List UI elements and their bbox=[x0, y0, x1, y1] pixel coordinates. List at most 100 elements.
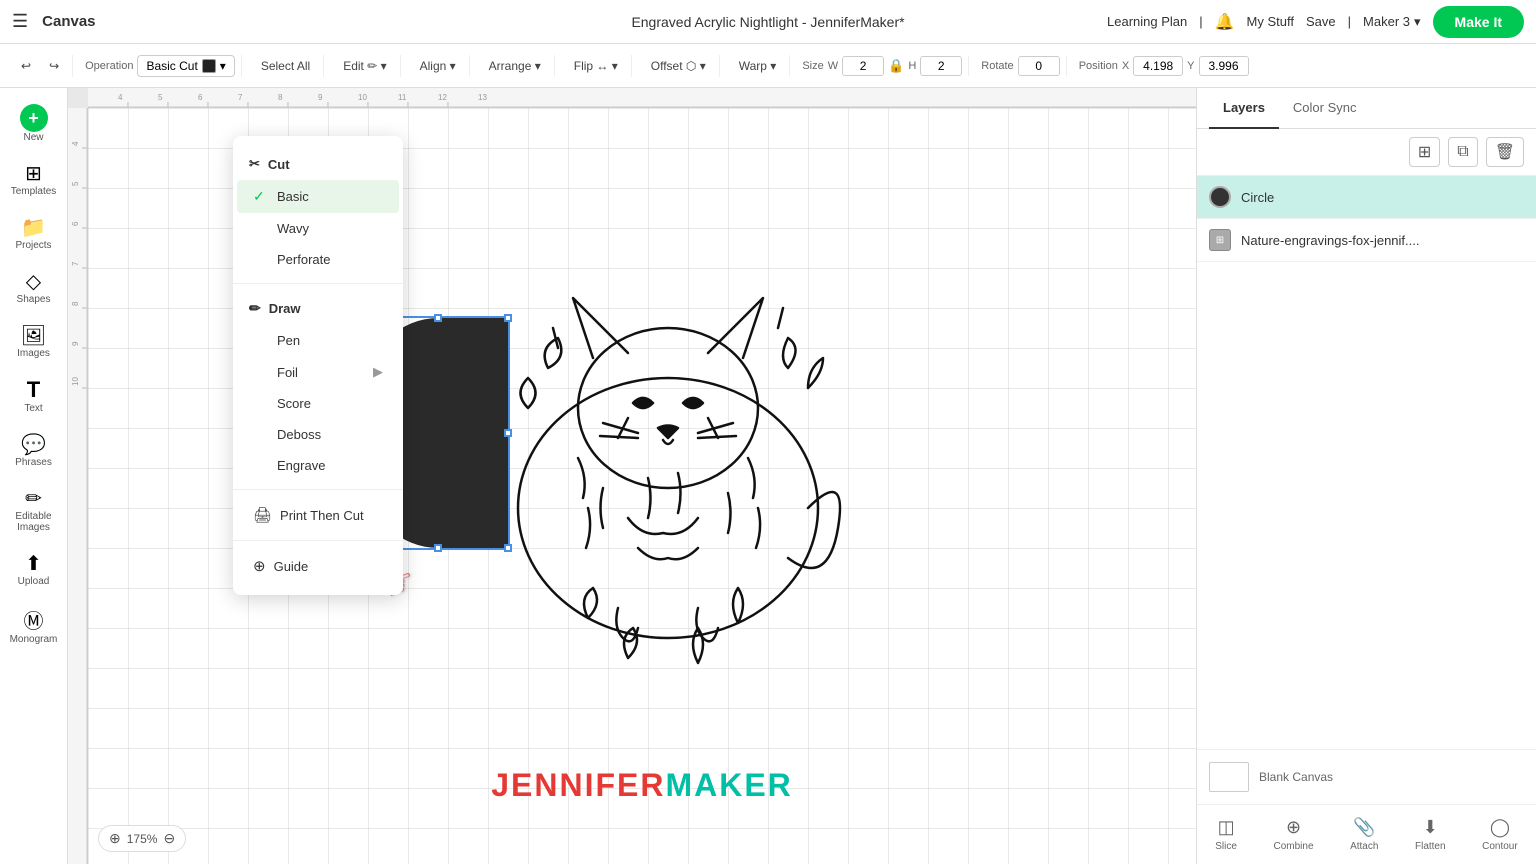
flatten-button[interactable]: ⬇ Flatten bbox=[1407, 813, 1454, 856]
zoom-out-button[interactable]: ⊖ bbox=[163, 830, 175, 847]
menu-item-wavy[interactable]: Wavy bbox=[237, 213, 399, 244]
phrases-icon: 💬 bbox=[21, 432, 46, 457]
learning-plan-link[interactable]: Learning Plan bbox=[1107, 14, 1187, 29]
menu-item-pen[interactable]: Pen bbox=[237, 325, 399, 356]
slice-button[interactable]: ◫ Slice bbox=[1207, 813, 1245, 856]
panel-footer-buttons: ◫ Slice ⊕ Combine 📎 Attach ⬇ Flatten ◯ C… bbox=[1197, 804, 1536, 864]
offset-button[interactable]: Offset ⬡ ▾ bbox=[644, 55, 713, 77]
svg-text:4: 4 bbox=[118, 93, 123, 102]
lock-icon[interactable]: 🔒 bbox=[888, 58, 904, 74]
pen-label: Pen bbox=[277, 333, 300, 348]
svg-text:4: 4 bbox=[71, 141, 80, 146]
editable-images-label: Editable Images bbox=[11, 511, 57, 533]
rotate-input[interactable] bbox=[1018, 56, 1060, 76]
redo-button[interactable]: ↪ bbox=[42, 55, 66, 77]
warp-group: Warp ▾ bbox=[726, 55, 791, 77]
menu-item-foil[interactable]: Foil ▶ bbox=[237, 356, 399, 388]
operation-value: Basic Cut bbox=[146, 59, 197, 73]
fox-image[interactable] bbox=[428, 208, 908, 738]
svg-text:5: 5 bbox=[158, 93, 163, 102]
operation-group: Operation Basic Cut ▾ bbox=[79, 55, 242, 77]
layer-item-fox[interactable]: ⊞ Nature-engravings-fox-jennif.... bbox=[1197, 219, 1536, 262]
foil-arrow-icon: ▶ bbox=[373, 364, 383, 380]
sidebar-item-monogram[interactable]: Ⓜ Monogram bbox=[5, 597, 63, 653]
menu-item-basic[interactable]: ✓ Basic bbox=[237, 180, 399, 213]
cut-label: Cut bbox=[268, 157, 290, 172]
slice-icon: ◫ bbox=[1218, 817, 1235, 838]
panel-spacer bbox=[1197, 262, 1536, 749]
sidebar-item-upload[interactable]: ⬆ Upload bbox=[5, 543, 63, 595]
bell-icon[interactable]: 🔔 bbox=[1215, 12, 1235, 32]
y-input[interactable] bbox=[1199, 56, 1249, 76]
rotate-group: Rotate bbox=[975, 56, 1066, 76]
select-all-button[interactable]: Select All bbox=[254, 55, 317, 77]
guide-section: ⊕ Guide bbox=[233, 540, 403, 587]
zoom-in-button[interactable]: ⊕ bbox=[109, 830, 121, 847]
save-button[interactable]: Save bbox=[1306, 14, 1336, 29]
tab-color-sync[interactable]: Color Sync bbox=[1279, 88, 1371, 129]
my-stuff-link[interactable]: My Stuff bbox=[1247, 14, 1294, 29]
monogram-icon: Ⓜ bbox=[24, 605, 44, 634]
menu-icon[interactable]: ☰ bbox=[12, 11, 28, 32]
edit-button[interactable]: Edit ✏ ▾ bbox=[336, 55, 393, 77]
fox-layer-icon: ⊞ bbox=[1209, 229, 1231, 251]
menu-item-guide[interactable]: ⊕ Guide bbox=[237, 549, 399, 583]
maker-select[interactable]: Maker 3 ▾ bbox=[1363, 14, 1421, 30]
menu-item-perforate[interactable]: Perforate bbox=[237, 244, 399, 275]
warp-button[interactable]: Warp ▾ bbox=[732, 55, 784, 77]
menu-item-print-then-cut[interactable]: 🖨 Print Then Cut bbox=[237, 498, 399, 532]
duplicate-button[interactable]: ⧉ bbox=[1448, 137, 1477, 167]
foil-label: Foil bbox=[277, 365, 298, 380]
sidebar-item-phrases[interactable]: 💬 Phrases bbox=[5, 424, 63, 476]
undo-button[interactable]: ↩ bbox=[14, 55, 38, 77]
sidebar-item-images[interactable]: 🖼 Images bbox=[5, 315, 63, 367]
menu-item-deboss[interactable]: Deboss bbox=[237, 419, 399, 450]
chevron-down-icon: ▾ bbox=[1414, 14, 1421, 30]
arrange-button[interactable]: Arrange ▾ bbox=[482, 55, 548, 77]
sidebar-item-editable-images[interactable]: ✏ Editable Images bbox=[5, 478, 63, 541]
rotate-label: Rotate bbox=[981, 60, 1013, 72]
right-panel: Layers Color Sync ⊞ ⧉ 🗑 Circle ⊞ Nature-… bbox=[1196, 88, 1536, 864]
group-button[interactable]: ⊞ bbox=[1409, 137, 1440, 167]
layer-item-circle[interactable]: Circle bbox=[1197, 176, 1536, 219]
attach-label: Attach bbox=[1350, 841, 1378, 852]
images-icon: 🖼 bbox=[21, 323, 46, 348]
ruler-horizontal: 4 5 6 7 8 9 10 11 12 13 bbox=[88, 88, 1196, 108]
templates-label: Templates bbox=[11, 186, 57, 197]
sidebar-item-new[interactable]: + New bbox=[5, 96, 63, 151]
svg-text:13: 13 bbox=[478, 93, 487, 102]
combine-button[interactable]: ⊕ Combine bbox=[1266, 813, 1322, 856]
contour-button[interactable]: ◯ Contour bbox=[1474, 813, 1526, 856]
flip-button[interactable]: Flip ↔ ▾ bbox=[567, 55, 625, 77]
delete-button[interactable]: 🗑 bbox=[1486, 137, 1524, 167]
x-label: X bbox=[1122, 60, 1129, 72]
sidebar-item-shapes[interactable]: ◇ Shapes bbox=[5, 261, 63, 313]
circle-color-swatch bbox=[1209, 186, 1231, 208]
svg-text:11: 11 bbox=[398, 93, 407, 102]
svg-text:5: 5 bbox=[71, 181, 80, 186]
width-input[interactable] bbox=[842, 56, 884, 76]
sidebar-item-templates[interactable]: ⊞ Templates bbox=[5, 153, 63, 205]
align-button[interactable]: Align ▾ bbox=[413, 55, 463, 77]
arrange-group: Arrange ▾ bbox=[476, 55, 555, 77]
operation-select[interactable]: Basic Cut ▾ bbox=[137, 55, 234, 77]
menu-item-score[interactable]: Score bbox=[237, 388, 399, 419]
x-input[interactable] bbox=[1133, 56, 1183, 76]
svg-text:6: 6 bbox=[71, 221, 80, 226]
text-label: Text bbox=[24, 403, 42, 414]
draw-icon: ✏ bbox=[249, 300, 261, 317]
svg-text:8: 8 bbox=[278, 93, 283, 102]
new-label: New bbox=[23, 132, 43, 143]
shapes-icon: ◇ bbox=[26, 269, 41, 294]
attach-button[interactable]: 📎 Attach bbox=[1342, 813, 1386, 856]
color-swatch bbox=[202, 59, 216, 73]
zoom-level: 175% bbox=[127, 832, 158, 846]
menu-item-engrave[interactable]: Engrave bbox=[237, 450, 399, 481]
sidebar-item-text[interactable]: T Text bbox=[5, 369, 63, 422]
make-it-button[interactable]: Make It bbox=[1433, 6, 1524, 38]
canvas-area[interactable]: 4 5 6 7 8 9 10 11 12 13 4 5 bbox=[68, 88, 1196, 864]
blank-canvas-section[interactable]: Blank Canvas bbox=[1197, 749, 1536, 804]
tab-layers[interactable]: Layers bbox=[1209, 88, 1279, 129]
sidebar-item-projects[interactable]: 📁 Projects bbox=[5, 207, 63, 259]
height-input[interactable] bbox=[920, 56, 962, 76]
